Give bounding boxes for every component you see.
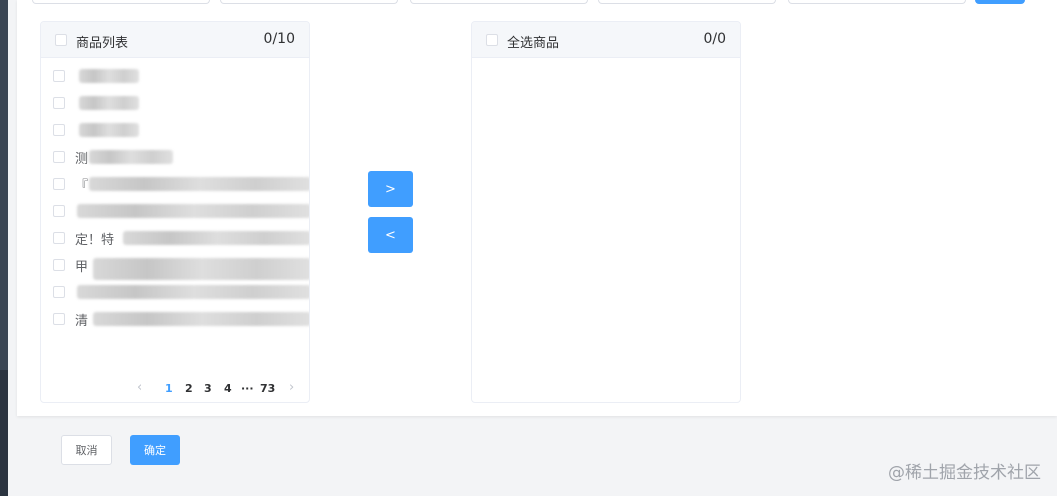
blurred-text [89,150,173,164]
blurred-text [123,231,309,245]
filter-input-5[interactable] [788,0,966,4]
item-label: 清 [75,314,89,329]
list-item[interactable]: 甲 [53,256,309,280]
transfer-left-header: 商品列表 0/10 [41,22,309,58]
select-all-checkbox-right[interactable] [486,34,498,46]
chevron-left-icon[interactable]: ‹ [137,380,142,395]
confirm-button[interactable]: 确定 [130,435,180,465]
filter-input-3[interactable] [410,0,588,4]
transfer-right-panel: 全选商品 0/0 [471,21,741,403]
list-item[interactable]: 清 [53,310,309,329]
page-3[interactable]: 3 [204,382,212,395]
app-sidebar-edge [0,0,8,496]
transfer-right-title: 全选商品 [507,36,560,51]
sidebar-edge-lower [0,370,8,496]
transfer-left-count: 0/10 [263,31,295,47]
item-checkbox[interactable] [53,151,65,163]
page-1[interactable]: 1 [165,382,173,395]
select-all-checkbox-left[interactable] [55,34,67,46]
transfer-left-title: 商品列表 [76,36,129,51]
list-item[interactable] [53,94,309,112]
dialog-panel: 商品列表 0/10 测 『 定！特 甲 清 ‹ 1 2 3 4 ··· 73 ›… [17,0,1057,416]
item-label: 定！特 [75,233,115,248]
list-item[interactable] [53,67,309,85]
page-2[interactable]: 2 [185,382,193,395]
cancel-button[interactable]: 取消 [61,435,112,465]
item-checkbox[interactable] [53,97,65,109]
filter-input-1[interactable] [32,0,210,4]
filter-input-4[interactable] [598,0,776,4]
filter-bar [17,0,1057,6]
item-label: 甲 [75,260,89,275]
item-checkbox[interactable] [53,286,65,298]
pagination: ‹ 1 2 3 4 ··· 73 › [41,376,309,402]
filter-input-2[interactable] [220,0,398,4]
list-item[interactable] [53,283,309,301]
search-button[interactable] [975,0,1025,4]
transfer-right-count: 0/0 [703,31,726,47]
blurred-text [79,123,139,137]
blurred-text [77,285,309,299]
item-label: 『 [75,179,89,194]
transfer-left-panel: 商品列表 0/10 测 『 定！特 甲 清 ‹ 1 2 3 4 ··· 73 › [40,21,310,403]
blurred-text [93,258,309,280]
transfer-right-header: 全选商品 0/0 [472,22,740,58]
blurred-text [79,96,139,110]
blurred-text [77,204,309,218]
item-checkbox[interactable] [53,313,65,325]
list-item[interactable]: 定！特 [53,229,309,248]
list-item[interactable]: 『 [53,175,309,194]
page-ellipsis[interactable]: ··· [241,382,254,395]
blurred-text [79,69,139,83]
list-item[interactable] [53,121,309,139]
chevron-right-icon[interactable]: › [289,380,294,395]
blurred-text [93,312,309,326]
item-checkbox[interactable] [53,178,65,190]
item-label: 测 [75,152,89,167]
blurred-text [89,177,309,191]
list-item[interactable]: 测 [53,148,309,167]
item-checkbox[interactable] [53,232,65,244]
list-item[interactable] [53,202,309,220]
page-last[interactable]: 73 [260,382,275,395]
item-checkbox[interactable] [53,70,65,82]
move-right-button[interactable]: > [368,171,413,207]
item-checkbox[interactable] [53,124,65,136]
move-left-button[interactable]: < [368,217,413,253]
item-checkbox[interactable] [53,205,65,217]
item-checkbox[interactable] [53,259,65,271]
watermark-text: @稀土掘金技术社区 [888,463,1041,483]
page-4[interactable]: 4 [224,382,232,395]
